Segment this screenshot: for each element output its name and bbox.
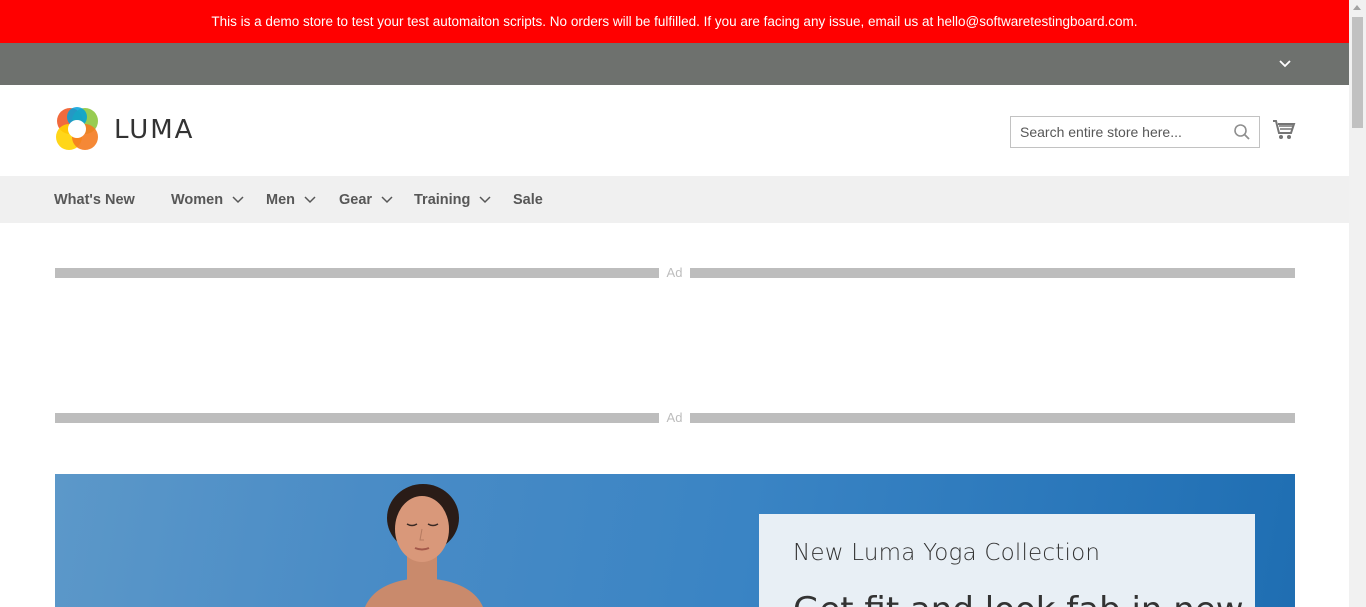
cart-icon[interactable] <box>1272 119 1296 143</box>
ad-divider-left <box>55 413 659 423</box>
main-navigation: What's New Women Men Gear Training Sale <box>0 176 1349 223</box>
nav-item-men[interactable]: Men <box>266 176 316 223</box>
nav-item-label: Men <box>266 191 295 208</box>
search-input[interactable] <box>1011 117 1221 147</box>
nav-item-sale[interactable]: Sale <box>513 176 543 223</box>
yoga-model-image <box>365 484 483 607</box>
luma-logo[interactable]: LUMA <box>55 107 194 152</box>
search-icon[interactable] <box>1233 123 1251 141</box>
panel-header-bar <box>0 43 1349 85</box>
nav-item-label: Gear <box>339 191 373 208</box>
nav-item-label: What's New <box>54 191 135 208</box>
scrollbar-thumb[interactable] <box>1352 17 1363 128</box>
page-scrollbar[interactable] <box>1349 0 1366 607</box>
demo-notice-bar: This is a demo store to test your test a… <box>0 0 1349 43</box>
ad-divider-left <box>55 268 659 278</box>
hero-subtitle: Get fit and look fab in new <box>793 590 1244 607</box>
nav-item-gear[interactable]: Gear <box>339 176 393 223</box>
hero-title: New Luma Yoga Collection <box>793 540 1101 566</box>
ad-divider-right <box>690 268 1295 278</box>
nav-item-label: Women <box>171 191 224 208</box>
chevron-down-icon <box>479 195 491 204</box>
chevron-down-icon <box>304 195 316 204</box>
chevron-down-icon <box>232 195 244 204</box>
nav-item-label: Training <box>414 191 471 208</box>
site-header: LUMA <box>0 85 1349 176</box>
chevron-down-icon <box>381 195 393 204</box>
nav-item-whats-new[interactable]: What's New <box>54 176 135 223</box>
demo-notice-text: This is a demo store to test your test a… <box>211 14 1138 29</box>
ad-divider-right <box>690 413 1295 423</box>
luma-logo-icon <box>56 107 98 150</box>
hero-banner[interactable]: New Luma Yoga Collection Get fit and loo… <box>55 474 1295 607</box>
logo-text: LUMA <box>114 114 195 145</box>
hero-promo-card: New Luma Yoga Collection Get fit and loo… <box>759 514 1255 607</box>
nav-item-women[interactable]: Women <box>171 176 244 223</box>
ad-label: Ad <box>666 410 683 425</box>
chevron-down-icon[interactable] <box>1277 56 1293 72</box>
scroll-up-arrow-icon[interactable] <box>1353 5 1361 10</box>
nav-item-training[interactable]: Training <box>414 176 491 223</box>
search-box <box>1010 116 1260 148</box>
ad-label: Ad <box>666 265 683 280</box>
nav-item-label: Sale <box>513 191 543 208</box>
